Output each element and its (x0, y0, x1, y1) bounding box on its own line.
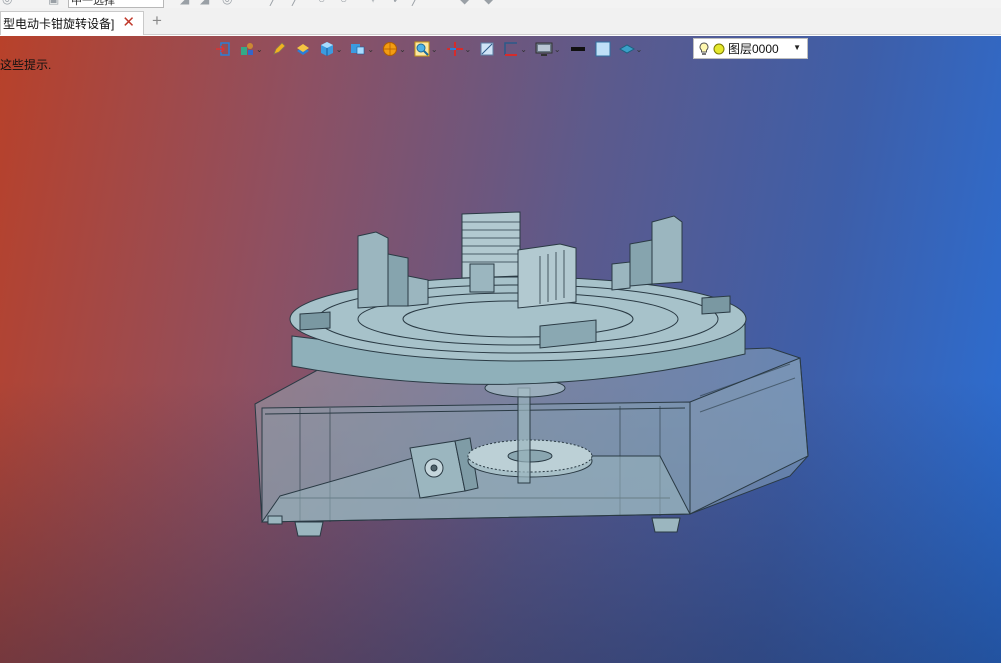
tab-document-label: 型电动卡钳旋转设备] (3, 17, 115, 31)
toolbar-ghost-icon[interactable]: ◎ (222, 0, 232, 6)
foot-front-right (651, 517, 681, 533)
chuck-slot (701, 295, 731, 315)
toolbar-ghost-icon[interactable]: ✧ (368, 0, 378, 6)
toolbar-ghost-icon[interactable]: ╱ (270, 0, 277, 6)
drive-shaft (517, 387, 531, 484)
toolbar-ghost-icon[interactable]: ○ (340, 0, 347, 6)
document-tab-bar: 型电动卡钳旋转设备] ✕ + (0, 8, 1001, 35)
toolbar-ghost-icon[interactable]: ▣ (48, 0, 59, 6)
top-toolbar: ◎ ▣ 中一选择 ◢ ◢ ◎ ╱ ╱ ○ ○ ✧ ✓ ╱ ◆ ◆ (0, 0, 1001, 8)
foot-back-left (267, 515, 283, 525)
cad-model[interactable] (0, 36, 1001, 663)
toolbar-ghost-icon[interactable]: ◆ (460, 0, 469, 6)
toolbar-ghost-icon[interactable]: ◎ (2, 0, 12, 6)
toolbar-ghost-icon[interactable]: ╱ (412, 0, 419, 6)
toolbar-ghost-icon[interactable]: ◢ (200, 0, 209, 6)
toolbar-ghost-icon[interactable]: ╱ (292, 0, 299, 6)
stepper-motor (409, 437, 479, 499)
close-icon[interactable]: ✕ (122, 15, 135, 31)
chuck-jaw-right (611, 215, 683, 291)
add-tab-button[interactable]: + (152, 12, 162, 30)
toolbar-ghost-icon[interactable]: ◢ (180, 0, 189, 6)
toolbar-ghost-icon[interactable]: ○ (318, 0, 325, 6)
3d-viewport[interactable]: 这些提示. ⌄ ⌄ ⌄ ⌄ ⌄ ⌄ ⌄ ⌄ ⌄ 图层0000 ▼ (0, 36, 1001, 663)
tab-document[interactable]: 型电动卡钳旋转设备] ✕ (0, 11, 144, 35)
foot-front-left (294, 521, 324, 537)
chuck-jaw-left (357, 231, 429, 309)
toolbar-ghost-icon[interactable]: ◆ (484, 0, 493, 6)
chuck-slot (299, 311, 331, 331)
selection-mode-select[interactable]: 中一选择 (68, 0, 164, 8)
toolbar-ghost-icon[interactable]: ✓ (392, 0, 402, 6)
